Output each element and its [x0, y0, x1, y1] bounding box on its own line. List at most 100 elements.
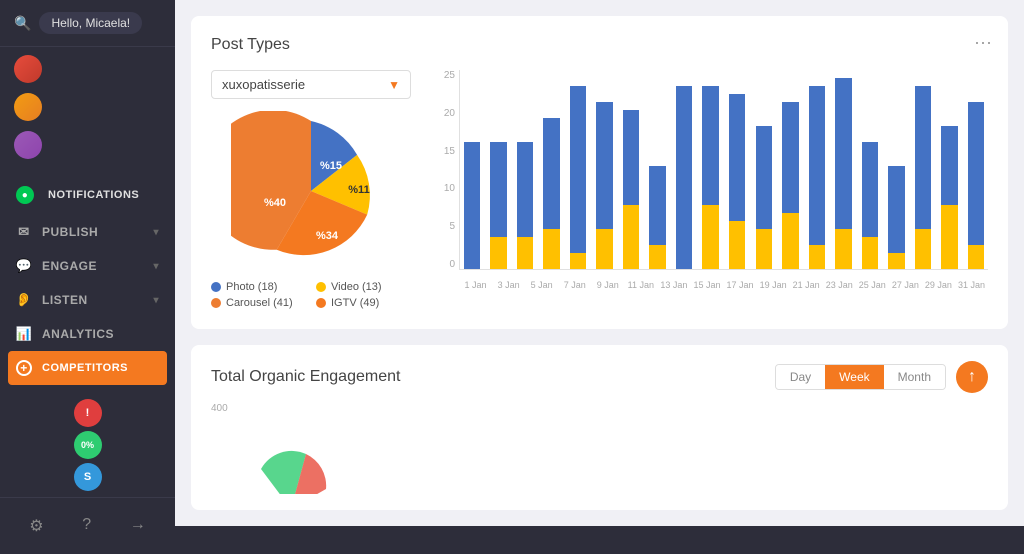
bar-group-3: [540, 70, 564, 269]
bar-blue-9: [702, 86, 718, 205]
bar-blue-1: [490, 142, 506, 238]
legend-carousel: Carousel (41): [211, 297, 306, 309]
sidebar-item-notifications-label: NOTIFICATIONS: [48, 189, 139, 201]
bar-yellow-2: [517, 237, 533, 269]
bar-group-0: [460, 70, 484, 269]
x-label-15: 31 Jan: [955, 280, 988, 290]
nav-items: ● NOTIFICATIONS ✉ PUBLISH ▾ 💬 ENGAGE ▾ 👂…: [0, 167, 175, 393]
bar-yellow-17: [915, 229, 931, 269]
bottom-icons-row: ⚙ ? →: [0, 508, 175, 544]
bar-blue-7: [649, 166, 665, 246]
bar-blue-12: [782, 102, 798, 213]
side-alerts: ! 0% S: [0, 393, 175, 497]
bar-group-4: [566, 70, 590, 269]
legend-igtv: IGTV (49): [316, 297, 411, 309]
x-label-0: 1 Jan: [459, 280, 492, 290]
bar-group-18: [938, 70, 962, 269]
bar-group-19: [964, 70, 988, 269]
profile-avatar-2: [14, 93, 42, 121]
profile-row-1: [0, 51, 175, 87]
alert-s[interactable]: S: [74, 463, 102, 491]
bar-blue-14: [835, 78, 851, 229]
svg-text:%40: %40: [264, 197, 286, 209]
legend-photo: Photo (18): [211, 281, 306, 293]
bar-group-16: [885, 70, 909, 269]
alert-percent[interactable]: 0%: [74, 431, 102, 459]
sidebar-item-publish-label: PUBLISH: [42, 225, 98, 239]
legend-video-label: Video (13): [331, 281, 382, 293]
bar-group-6: [619, 70, 643, 269]
bar-blue-4: [570, 86, 586, 253]
x-label-3: 7 Jan: [558, 280, 591, 290]
scroll-up-button[interactable]: ↑: [956, 361, 988, 393]
legend-dot-igtv: [316, 298, 326, 308]
engage-chevron: ▾: [153, 261, 159, 272]
logout-icon[interactable]: →: [130, 516, 146, 536]
legend-video: Video (13): [316, 281, 411, 293]
sidebar-item-listen[interactable]: 👂 LISTEN ▾: [0, 283, 175, 317]
bar-yellow-16: [888, 253, 904, 269]
y-label-0: 0: [449, 259, 455, 270]
sidebar-item-engage-label: ENGAGE: [42, 259, 97, 273]
bar-blue-13: [809, 86, 825, 245]
legend-photo-label: Photo (18): [226, 281, 277, 293]
sidebar-item-notifications[interactable]: ● NOTIFICATIONS: [0, 177, 175, 213]
bar-blue-11: [756, 126, 772, 229]
svg-text:%34: %34: [316, 230, 339, 242]
legend-dot-carousel: [211, 298, 221, 308]
bar-chart-section: 25 20 15 10 5 0: [431, 70, 988, 300]
bar-yellow-7: [649, 245, 665, 269]
bar-yellow-19: [968, 245, 984, 269]
post-types-body: xuxopatisserie ▼ %: [211, 70, 988, 309]
search-icon[interactable]: 🔍: [14, 15, 31, 32]
bar-yellow-1: [490, 237, 506, 269]
bar-blue-17: [915, 86, 931, 229]
y-label-15: 15: [444, 146, 455, 157]
sidebar-item-listen-label: LISTEN: [42, 293, 88, 307]
engage-icon: 💬: [16, 258, 32, 274]
tab-week[interactable]: Week: [825, 365, 883, 389]
bar-group-9: [699, 70, 723, 269]
y-label-20: 20: [444, 108, 455, 119]
profile-dropdown[interactable]: xuxopatisserie ▼: [211, 70, 411, 99]
bars-container: [459, 70, 988, 270]
tab-month[interactable]: Month: [884, 365, 945, 389]
x-label-1: 3 Jan: [492, 280, 525, 290]
svg-text:%11: %11: [348, 184, 369, 196]
bar-group-11: [752, 70, 776, 269]
analytics-icon: 📊: [16, 326, 32, 342]
bottom-y-label: 400: [211, 403, 228, 414]
svg-text:%15: %15: [320, 160, 342, 172]
legend-igtv-label: IGTV (49): [331, 297, 379, 309]
listen-icon: 👂: [16, 292, 32, 308]
sidebar-item-competitors[interactable]: + COMPETITORS: [8, 351, 167, 385]
x-label-7: 15 Jan: [690, 280, 723, 290]
settings-icon[interactable]: ⚙: [29, 516, 43, 536]
sidebar-item-analytics[interactable]: 📊 ANALYTICS: [0, 317, 175, 351]
bar-blue-8: [676, 86, 692, 269]
card-menu-icon[interactable]: ···: [974, 32, 992, 53]
bar-group-13: [805, 70, 829, 269]
legend-dot-video: [316, 282, 326, 292]
profile-row-2: [0, 89, 175, 125]
main-content: Post Types ··· xuxopatisserie ▼: [175, 0, 1024, 526]
bar-blue-6: [623, 110, 639, 206]
alert-warning[interactable]: !: [74, 399, 102, 427]
bar-blue-3: [543, 118, 559, 229]
bar-group-17: [911, 70, 935, 269]
legend-carousel-label: Carousel (41): [226, 297, 293, 309]
sidebar-item-publish[interactable]: ✉ PUBLISH ▾: [0, 215, 175, 249]
x-label-10: 21 Jan: [790, 280, 823, 290]
sidebar-item-engage[interactable]: 💬 ENGAGE ▾: [0, 249, 175, 283]
help-icon[interactable]: ?: [82, 516, 91, 536]
sidebar-item-competitors-label: COMPETITORS: [42, 362, 128, 374]
tab-day[interactable]: Day: [776, 365, 825, 389]
x-axis: 1 Jan3 Jan5 Jan7 Jan9 Jan11 Jan13 Jan15 …: [459, 270, 988, 300]
bar-group-8: [672, 70, 696, 269]
bar-blue-19: [968, 102, 984, 245]
sidebar: 🔍 Hello, Micaela! ● NOTIFICATIONS ✉ PUBL…: [0, 0, 175, 526]
y-label-5: 5: [449, 221, 455, 232]
profile-avatar-1: [14, 55, 42, 83]
post-types-card: Post Types ··· xuxopatisserie ▼: [191, 16, 1008, 329]
bar-group-5: [593, 70, 617, 269]
